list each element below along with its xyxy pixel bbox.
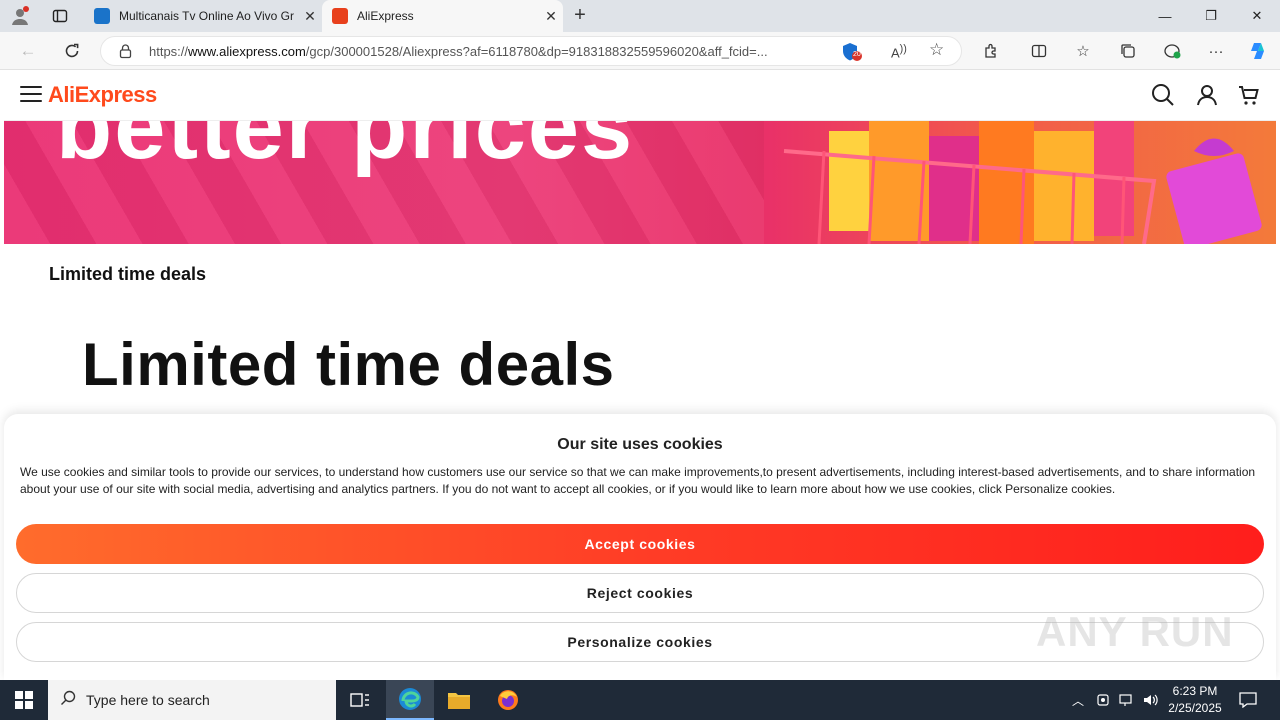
minimize-icon[interactable]: —	[1142, 0, 1188, 32]
system-clock[interactable]: 6:23 PM 2/25/2025	[1160, 683, 1230, 717]
browser-tab-bar: Multicanais Tv Online Ao Vivo Gr ✕ AliEx…	[0, 0, 1280, 32]
anyrun-watermark: ANY RUN	[1036, 608, 1234, 655]
profile-avatar-icon[interactable]	[8, 4, 32, 28]
more-options-icon[interactable]: ···	[1202, 37, 1230, 65]
url-field[interactable]: https://www.aliexpress.com/gcp/300001528…	[100, 36, 962, 66]
aliexpress-favicon-icon	[332, 8, 348, 24]
tab-aliexpress[interactable]: AliExpress ✕	[322, 0, 563, 32]
shopping-basket-illustration	[783, 121, 1262, 244]
back-icon[interactable]: ←	[14, 37, 42, 65]
edge-taskbar-icon[interactable]	[386, 680, 434, 720]
tab-title: AliExpress	[357, 9, 414, 23]
url-text: https://www.aliexpress.com/gcp/300001528…	[149, 44, 768, 59]
shield-badge-count: 20	[853, 51, 861, 58]
copilot-icon[interactable]	[1244, 37, 1272, 65]
refresh-icon[interactable]	[58, 37, 86, 65]
search-icon	[60, 690, 76, 711]
tv-favicon-icon	[94, 8, 110, 24]
tab-title: Multicanais Tv Online Ao Vivo Gr	[119, 9, 294, 23]
notifications-icon[interactable]	[1234, 680, 1262, 720]
cart-icon[interactable]	[1236, 82, 1262, 108]
search-placeholder: Type here to search	[86, 692, 210, 708]
address-bar-row: ← https://www.aliexpress.com/gcp/3000015…	[0, 32, 1280, 70]
extensions-icon[interactable]	[977, 37, 1005, 65]
cookie-title: Our site uses cookies	[557, 436, 723, 453]
clock-time: 6:23 PM	[1172, 684, 1218, 698]
file-explorer-icon[interactable]	[435, 680, 483, 720]
taskbar-search-box[interactable]: Type here to search	[48, 680, 336, 720]
security-tray-icon[interactable]	[1092, 680, 1114, 720]
aliexpress-logo[interactable]: AliExpress	[48, 82, 157, 108]
clock-date: 2/25/2025	[1168, 701, 1222, 715]
search-icon[interactable]	[1150, 82, 1176, 108]
reject-cookies-button[interactable]: Reject cookies	[16, 573, 1264, 613]
browser-essentials-icon[interactable]	[1158, 37, 1186, 65]
close-window-icon[interactable]: ✕	[1234, 0, 1280, 32]
cookie-description: We use cookies and similar tools to prov…	[20, 465, 1256, 496]
task-view-icon[interactable]	[336, 680, 384, 720]
show-hidden-icons-icon[interactable]: ︿	[1068, 680, 1088, 720]
account-icon[interactable]	[1194, 82, 1220, 108]
site-header: AliExpress	[4, 70, 1276, 121]
section-label: Limited time deals	[49, 264, 207, 284]
read-aloud-icon[interactable]: A))	[891, 43, 907, 60]
windows-taskbar: Type here to search ︿ 6:23 PM 2/25/2025	[0, 680, 1280, 720]
favorites-icon[interactable]: ☆	[1069, 37, 1097, 65]
tab-multicanais[interactable]: Multicanais Tv Online Ao Vivo Gr ✕	[84, 0, 322, 32]
accept-cookies-button[interactable]: Accept cookies	[16, 524, 1264, 564]
banner-text: better prices	[56, 121, 635, 178]
close-tab-icon[interactable]: ✕	[298, 8, 322, 25]
split-screen-icon[interactable]	[1025, 37, 1053, 65]
new-tab-icon[interactable]: +	[568, 4, 592, 28]
network-icon[interactable]	[1116, 680, 1138, 720]
volume-icon[interactable]	[1140, 680, 1162, 720]
firefox-icon[interactable]	[484, 680, 532, 720]
tab-actions-icon[interactable]	[48, 4, 72, 28]
menu-icon[interactable]	[20, 86, 42, 104]
windows-start-icon[interactable]	[0, 680, 48, 720]
lock-icon[interactable]	[119, 43, 132, 64]
tracking-shield-icon[interactable]: 20	[841, 42, 863, 67]
favorite-star-icon[interactable]: ☆	[929, 40, 944, 60]
promo-banner[interactable]: better prices	[4, 121, 1276, 244]
collections-icon[interactable]	[1114, 37, 1142, 65]
close-tab-icon[interactable]: ✕	[539, 8, 563, 25]
page-title: Limited time deals	[82, 331, 615, 398]
restore-icon[interactable]: ❐	[1188, 0, 1234, 32]
